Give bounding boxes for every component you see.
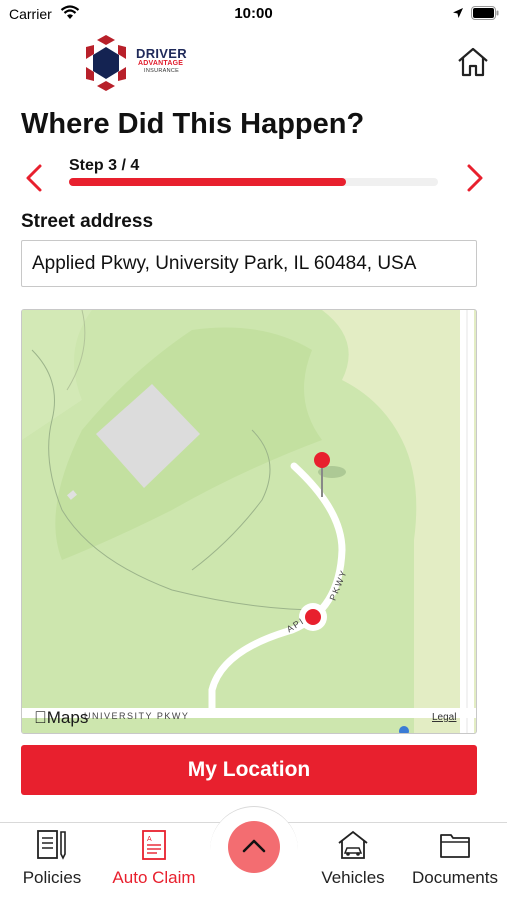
tab-policies-label: Policies bbox=[22, 868, 82, 887]
tab-documents-label: Documents bbox=[412, 868, 498, 887]
house-car-icon bbox=[338, 830, 368, 859]
battery-icon bbox=[471, 6, 499, 20]
street-address-input[interactable] bbox=[21, 240, 477, 287]
status-bar: Carrier 10:00 bbox=[0, 0, 507, 28]
logo-text: DRIVER bbox=[136, 46, 187, 61]
tab-auto-claim-label: Auto Claim bbox=[112, 868, 196, 887]
logo-subtext: ADVANTAGE bbox=[138, 60, 184, 67]
document-pen-icon bbox=[37, 830, 66, 860]
expand-menu-button[interactable] bbox=[228, 821, 280, 873]
location-arrow-icon bbox=[453, 8, 463, 18]
street-address-label: Street address bbox=[21, 211, 154, 232]
map-view[interactable]: PKWY API UNIVERSITY PKWY Maps Legal bbox=[21, 309, 477, 734]
my-location-button[interactable]: My Location bbox=[21, 745, 477, 795]
tab-vehicles-label: Vehicles bbox=[321, 868, 385, 887]
claim-form-icon: A bbox=[142, 830, 166, 860]
step-progress-bar bbox=[69, 178, 438, 186]
map-canvas[interactable] bbox=[22, 310, 477, 734]
tab-auto-claim[interactable]: A Auto Claim bbox=[104, 828, 204, 894]
step-indicator: Step 3 / 4 bbox=[69, 157, 140, 174]
tab-vehicles[interactable]: Vehicles bbox=[313, 828, 393, 894]
next-step-chevron-icon[interactable] bbox=[461, 163, 487, 193]
tab-documents[interactable]: Documents bbox=[407, 828, 503, 894]
page-title: Where Did This Happen? bbox=[21, 108, 365, 140]
svg-text:A: A bbox=[147, 836, 152, 843]
previous-step-chevron-icon[interactable] bbox=[22, 163, 48, 193]
apple-logo-icon:  bbox=[34, 708, 47, 727]
maps-attribution: Maps bbox=[34, 708, 88, 727]
logo-subtext-insurance: INSURANCE bbox=[144, 68, 180, 74]
step-progress-fill bbox=[69, 178, 346, 186]
status-time: 10:00 bbox=[234, 5, 273, 22]
home-icon[interactable] bbox=[456, 45, 490, 79]
street-label-university: UNIVERSITY PKWY bbox=[84, 711, 190, 721]
map-legal-link[interactable]: Legal bbox=[432, 712, 456, 723]
brand-logo: DRIVER ADVANTAGE INSURANCE bbox=[78, 33, 198, 93]
chevron-up-icon bbox=[242, 839, 266, 853]
tab-policies[interactable]: Policies bbox=[12, 828, 92, 894]
folder-icon bbox=[440, 834, 470, 858]
logo-hexagon-icon bbox=[86, 35, 126, 91]
